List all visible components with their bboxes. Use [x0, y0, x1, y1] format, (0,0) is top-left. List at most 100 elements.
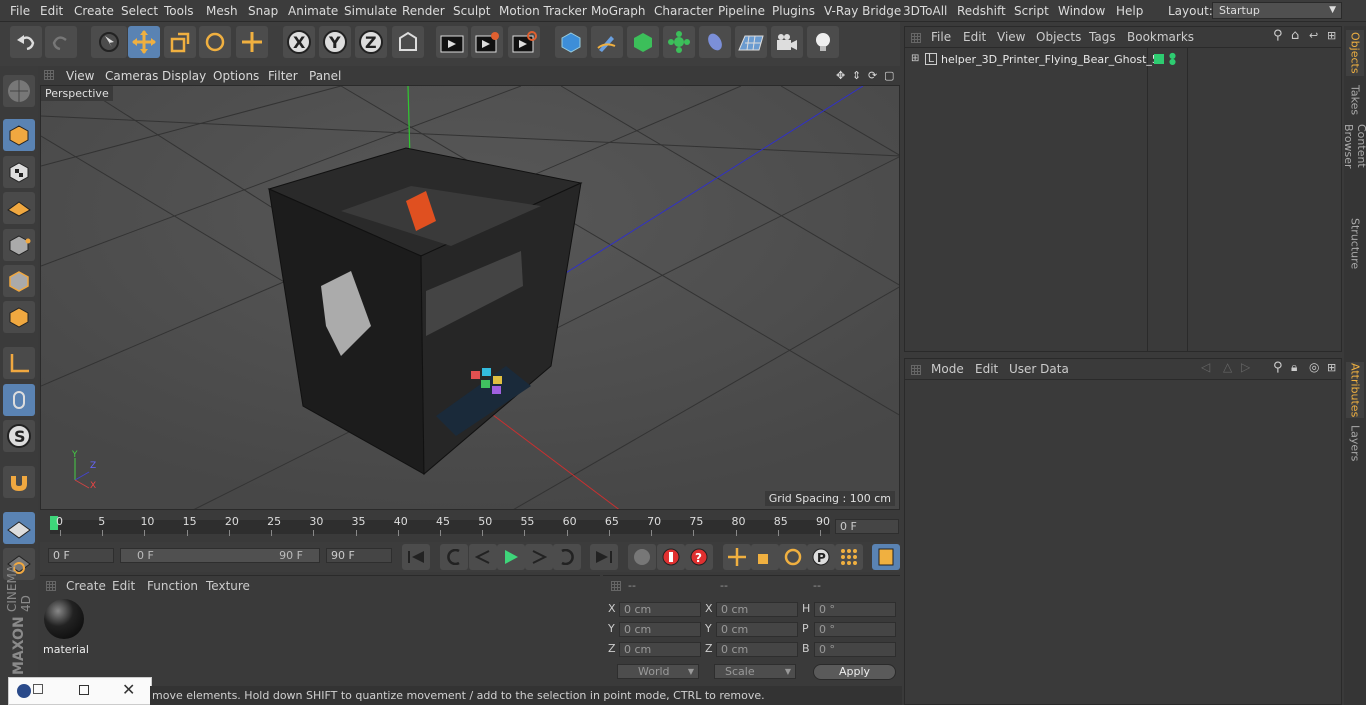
key-parameter-icon[interactable]: P [807, 544, 835, 570]
objects-menu-file[interactable]: File [931, 30, 951, 44]
objects-menu-edit[interactable]: Edit [963, 30, 986, 44]
menu-mesh[interactable]: Mesh [206, 4, 238, 18]
menu-vray-bridge[interactable]: V-Ray Bridge [824, 4, 901, 18]
menu-redshift[interactable]: Redshift [957, 4, 1006, 18]
timeline-ruler[interactable]: 0 5 10 15 20 25 30 35 40 45 50 55 60 65 70 75 80 85 90 0 F [40, 512, 900, 542]
menu-tools[interactable]: Tools [164, 4, 194, 18]
light-icon[interactable] [807, 26, 839, 58]
close-icon[interactable]: ✕ [122, 680, 135, 699]
rotate-view-icon[interactable]: ⟳ [868, 69, 877, 82]
deformer-icon[interactable] [699, 26, 731, 58]
y-axis-icon[interactable]: Y [319, 26, 351, 58]
menu-file[interactable]: File [10, 4, 30, 18]
coordinate-mode-select[interactable]: World ▼ [617, 664, 699, 679]
polygons-mode-icon[interactable] [3, 301, 35, 333]
attributes-menu-mode[interactable]: Mode [931, 362, 964, 376]
coord-position-field[interactable]: 0 cm [619, 622, 701, 637]
coord-size-field[interactable]: 0 cm [716, 622, 798, 637]
attributes-menu-edit[interactable]: Edit [975, 362, 998, 376]
autokey-icon[interactable] [657, 544, 685, 570]
tweak-mode-icon[interactable] [3, 384, 35, 416]
material-menu-create[interactable]: Create [66, 579, 106, 593]
subdivision-icon[interactable] [627, 26, 659, 58]
object-row[interactable]: ⊞ L helper_3D_Printer_Flying_Bear_Ghost_… [907, 52, 1339, 70]
expand-icon[interactable]: ⊞ [911, 53, 919, 64]
next-frame-icon[interactable] [525, 544, 553, 570]
coordinate-scale-select[interactable]: Scale ▼ [714, 664, 796, 679]
end-frame-field[interactable]: 90 F [326, 548, 392, 563]
zoom-view-icon[interactable]: ⇕ [852, 69, 861, 82]
menu-animate[interactable]: Animate [288, 4, 338, 18]
restore-icon[interactable] [33, 684, 43, 694]
apply-button[interactable]: Apply [813, 664, 896, 680]
previous-frame-icon[interactable] [469, 544, 497, 570]
tab-layers[interactable]: Layers [1346, 424, 1364, 462]
back-icon[interactable]: ↩ [1309, 29, 1318, 42]
range-slider[interactable]: 0 F 90 F [120, 548, 320, 563]
forward-arrow-icon[interactable]: ▷ [1241, 360, 1250, 374]
coord-rotation-field[interactable]: 0 ° [814, 622, 896, 637]
timeline-window-icon[interactable] [872, 544, 900, 570]
objects-menu-view[interactable]: View [997, 30, 1025, 44]
menu-window[interactable]: Window [1058, 4, 1105, 18]
x-axis-icon[interactable]: X [283, 26, 315, 58]
coordinate-system-icon[interactable] [392, 26, 424, 58]
magnet-icon[interactable] [3, 466, 35, 498]
lock-icon[interactable]: 🔒︎ [1291, 360, 1297, 375]
recent-tool-icon[interactable] [236, 26, 268, 58]
menu-3dtoall[interactable]: 3DToAll [903, 4, 947, 18]
move-view-icon[interactable]: ✥ [836, 69, 845, 82]
floor-icon[interactable] [735, 26, 767, 58]
points-mode-icon[interactable] [3, 229, 35, 261]
redo-icon[interactable] [45, 26, 77, 58]
live-selection-icon[interactable] [91, 26, 127, 58]
scale-icon[interactable] [164, 26, 196, 58]
go-to-start-icon[interactable] [402, 544, 430, 570]
tab-content-browser[interactable]: Content Browser [1342, 124, 1366, 210]
new-panel-icon[interactable]: ⊞ [1327, 29, 1336, 42]
object-name[interactable]: helper_3D_Printer_Flying_Bear_Ghost_5 [941, 53, 1159, 66]
back-arrow-icon[interactable]: ◁ [1201, 360, 1210, 374]
camera-icon[interactable] [771, 26, 803, 58]
rotate-icon[interactable] [199, 26, 231, 58]
next-key-icon[interactable] [553, 544, 581, 570]
move-icon[interactable] [128, 26, 160, 58]
menu-render[interactable]: Render [402, 4, 445, 18]
viewport-menu-view[interactable]: View [66, 69, 94, 83]
record-disabled-icon[interactable] [628, 544, 656, 570]
key-pla-icon[interactable] [835, 544, 863, 570]
objects-menu-objects[interactable]: Objects [1036, 30, 1081, 44]
texture-mode-icon[interactable] [3, 156, 35, 188]
search-icon[interactable]: ⚲ [1273, 28, 1283, 43]
go-to-end-icon[interactable] [590, 544, 618, 570]
key-position-icon[interactable] [723, 544, 751, 570]
coord-rotation-field[interactable]: 0 ° [814, 602, 896, 617]
viewport-menu-panel[interactable]: Panel [309, 69, 341, 83]
cube-icon[interactable] [555, 26, 587, 58]
model-mode-icon[interactable] [3, 119, 35, 151]
coord-rotation-field[interactable]: 0 ° [814, 642, 896, 657]
grid-lock-icon[interactable] [3, 512, 35, 544]
menu-help[interactable]: Help [1116, 4, 1143, 18]
material-menu-edit[interactable]: Edit [112, 579, 135, 593]
snap-icon[interactable]: S [3, 420, 35, 452]
menu-script[interactable]: Script [1014, 4, 1049, 18]
target-icon[interactable]: ◎ [1309, 360, 1319, 374]
key-rotation-icon[interactable] [779, 544, 807, 570]
tab-objects[interactable]: Objects [1346, 30, 1364, 76]
start-frame-field[interactable]: 0 F [48, 548, 114, 563]
render-view-icon[interactable] [436, 26, 468, 58]
viewport-menu-display[interactable]: Display [162, 69, 206, 83]
render-picture-viewer-icon[interactable] [471, 26, 503, 58]
coord-position-field[interactable]: 0 cm [619, 642, 701, 657]
tab-takes[interactable]: Takes [1346, 82, 1364, 118]
menu-create[interactable]: Create [74, 4, 114, 18]
attr-search-icon[interactable]: ⚲ [1273, 360, 1283, 375]
current-frame-field[interactable]: 0 F [835, 519, 899, 534]
maximize-icon[interactable] [79, 685, 89, 695]
make-editable-icon[interactable] [3, 75, 35, 107]
edges-mode-icon[interactable] [3, 265, 35, 297]
play-icon[interactable] [497, 544, 525, 570]
render-settings-icon[interactable] [508, 26, 540, 58]
attributes-menu-user-data[interactable]: User Data [1009, 362, 1069, 376]
